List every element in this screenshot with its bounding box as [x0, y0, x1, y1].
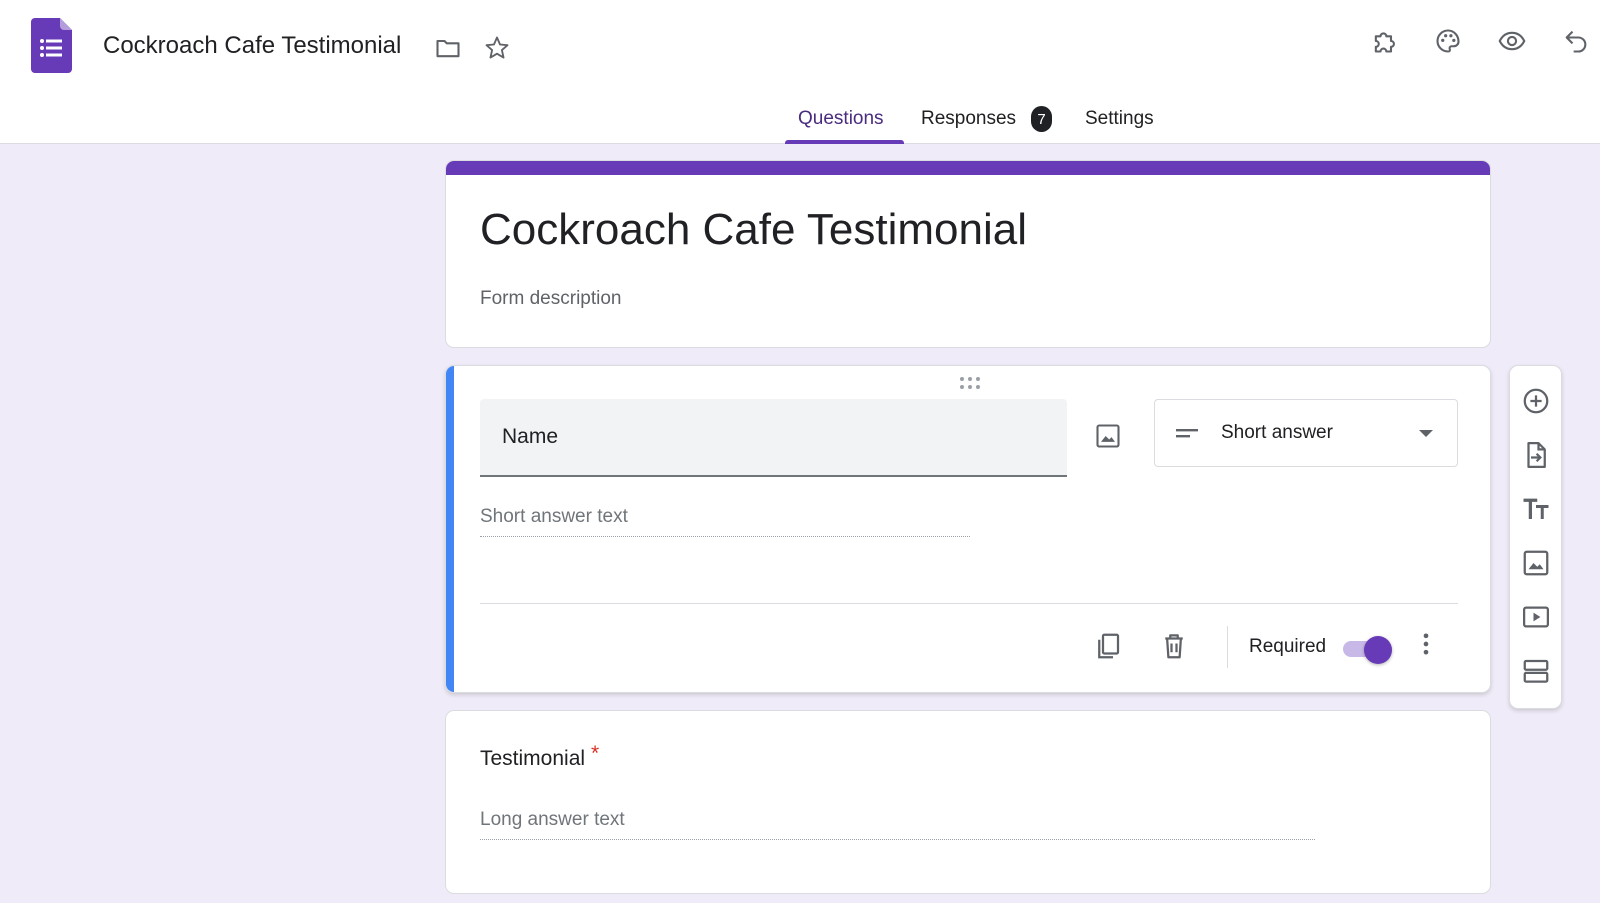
- undo-icon: [1565, 30, 1587, 53]
- undo-button[interactable]: [1556, 21, 1596, 61]
- question-type-select[interactable]: Short answer: [1154, 399, 1458, 467]
- active-tab-indicator: [785, 140, 904, 144]
- document-title[interactable]: Cockroach Cafe Testimonial: [103, 32, 401, 60]
- add-video-button[interactable]: [1515, 596, 1557, 638]
- responses-count-badge: 7: [1031, 106, 1053, 132]
- drag-handle-icon[interactable]: [958, 376, 982, 390]
- app-header: Cockroach Cafe Testimonial Questions Res…: [0, 0, 1600, 144]
- customize-theme-button[interactable]: [1428, 21, 1468, 61]
- tab-responses-label: Responses: [921, 108, 1017, 129]
- footer-vertical-divider: [1227, 626, 1228, 668]
- question-title: Testimonial *: [480, 742, 599, 771]
- tab-questions-label: Questions: [798, 108, 884, 129]
- required-toggle[interactable]: [1343, 636, 1393, 664]
- add-section-button[interactable]: [1515, 650, 1557, 692]
- more-options-button[interactable]: [1406, 624, 1446, 664]
- toggle-knob: [1364, 636, 1392, 664]
- required-asterisk: *: [591, 742, 600, 765]
- folder-icon: [436, 39, 460, 58]
- active-card-indicator: [446, 366, 454, 692]
- tab-settings[interactable]: Settings: [1085, 100, 1154, 144]
- copy-icon: [1098, 633, 1120, 659]
- floating-toolbar: [1509, 365, 1562, 709]
- forms-logo-icon[interactable]: [31, 18, 72, 73]
- dropdown-arrow-icon: [1419, 430, 1433, 437]
- long-answer-placeholder: Long answer text: [480, 809, 1315, 840]
- add-ons-button[interactable]: [1364, 21, 1404, 61]
- delete-button[interactable]: [1154, 626, 1194, 666]
- question-type-label: Short answer: [1221, 422, 1333, 443]
- import-questions-button[interactable]: [1515, 434, 1557, 476]
- theme-accent-bar: [446, 161, 1490, 175]
- import-questions-icon: [1527, 442, 1546, 468]
- image-icon: [1096, 424, 1120, 448]
- required-label: Required: [1249, 636, 1327, 657]
- eye-icon: [1498, 31, 1526, 51]
- add-title-button[interactable]: [1515, 488, 1557, 530]
- trash-icon: [1165, 634, 1183, 659]
- add-image-icon: [1523, 550, 1549, 576]
- add-question-button[interactable]: [1515, 380, 1557, 422]
- add-image-to-question-button[interactable]: [1086, 414, 1130, 458]
- question-card-testimonial[interactable]: Testimonial * Long answer text: [445, 710, 1491, 894]
- preview-button[interactable]: [1492, 21, 1532, 61]
- star-icon: [485, 36, 509, 59]
- palette-icon: [1436, 29, 1460, 53]
- add-video-icon: [1523, 606, 1549, 628]
- tab-settings-label: Settings: [1085, 108, 1154, 129]
- tab-questions[interactable]: Questions: [798, 100, 884, 144]
- puzzle-icon: [1374, 32, 1395, 53]
- form-description-input[interactable]: Form description: [480, 288, 622, 310]
- question-card-name[interactable]: Name Short answer Short answer text Requ…: [445, 365, 1491, 693]
- short-answer-icon: [1176, 429, 1198, 438]
- question-title-text: Testimonial: [480, 747, 586, 770]
- form-title[interactable]: Cockroach Cafe Testimonial: [480, 205, 1027, 255]
- tab-responses[interactable]: Responses 7: [921, 100, 1053, 144]
- move-to-folder-button[interactable]: [428, 28, 468, 68]
- add-image-button[interactable]: [1515, 542, 1557, 584]
- add-question-icon: [1523, 388, 1549, 414]
- add-section-icon: [1523, 659, 1549, 683]
- duplicate-button[interactable]: [1088, 626, 1128, 666]
- more-vert-icon: [1423, 633, 1429, 655]
- card-footer-divider: [480, 603, 1458, 604]
- star-button[interactable]: [477, 28, 517, 68]
- short-answer-placeholder: Short answer text: [480, 506, 970, 537]
- add-title-icon: [1523, 498, 1549, 519]
- question-title-input[interactable]: Name: [480, 399, 1067, 477]
- tab-bar: Questions Responses 7 Settings: [0, 100, 1600, 144]
- form-header-card[interactable]: Cockroach Cafe Testimonial Form descript…: [445, 160, 1491, 348]
